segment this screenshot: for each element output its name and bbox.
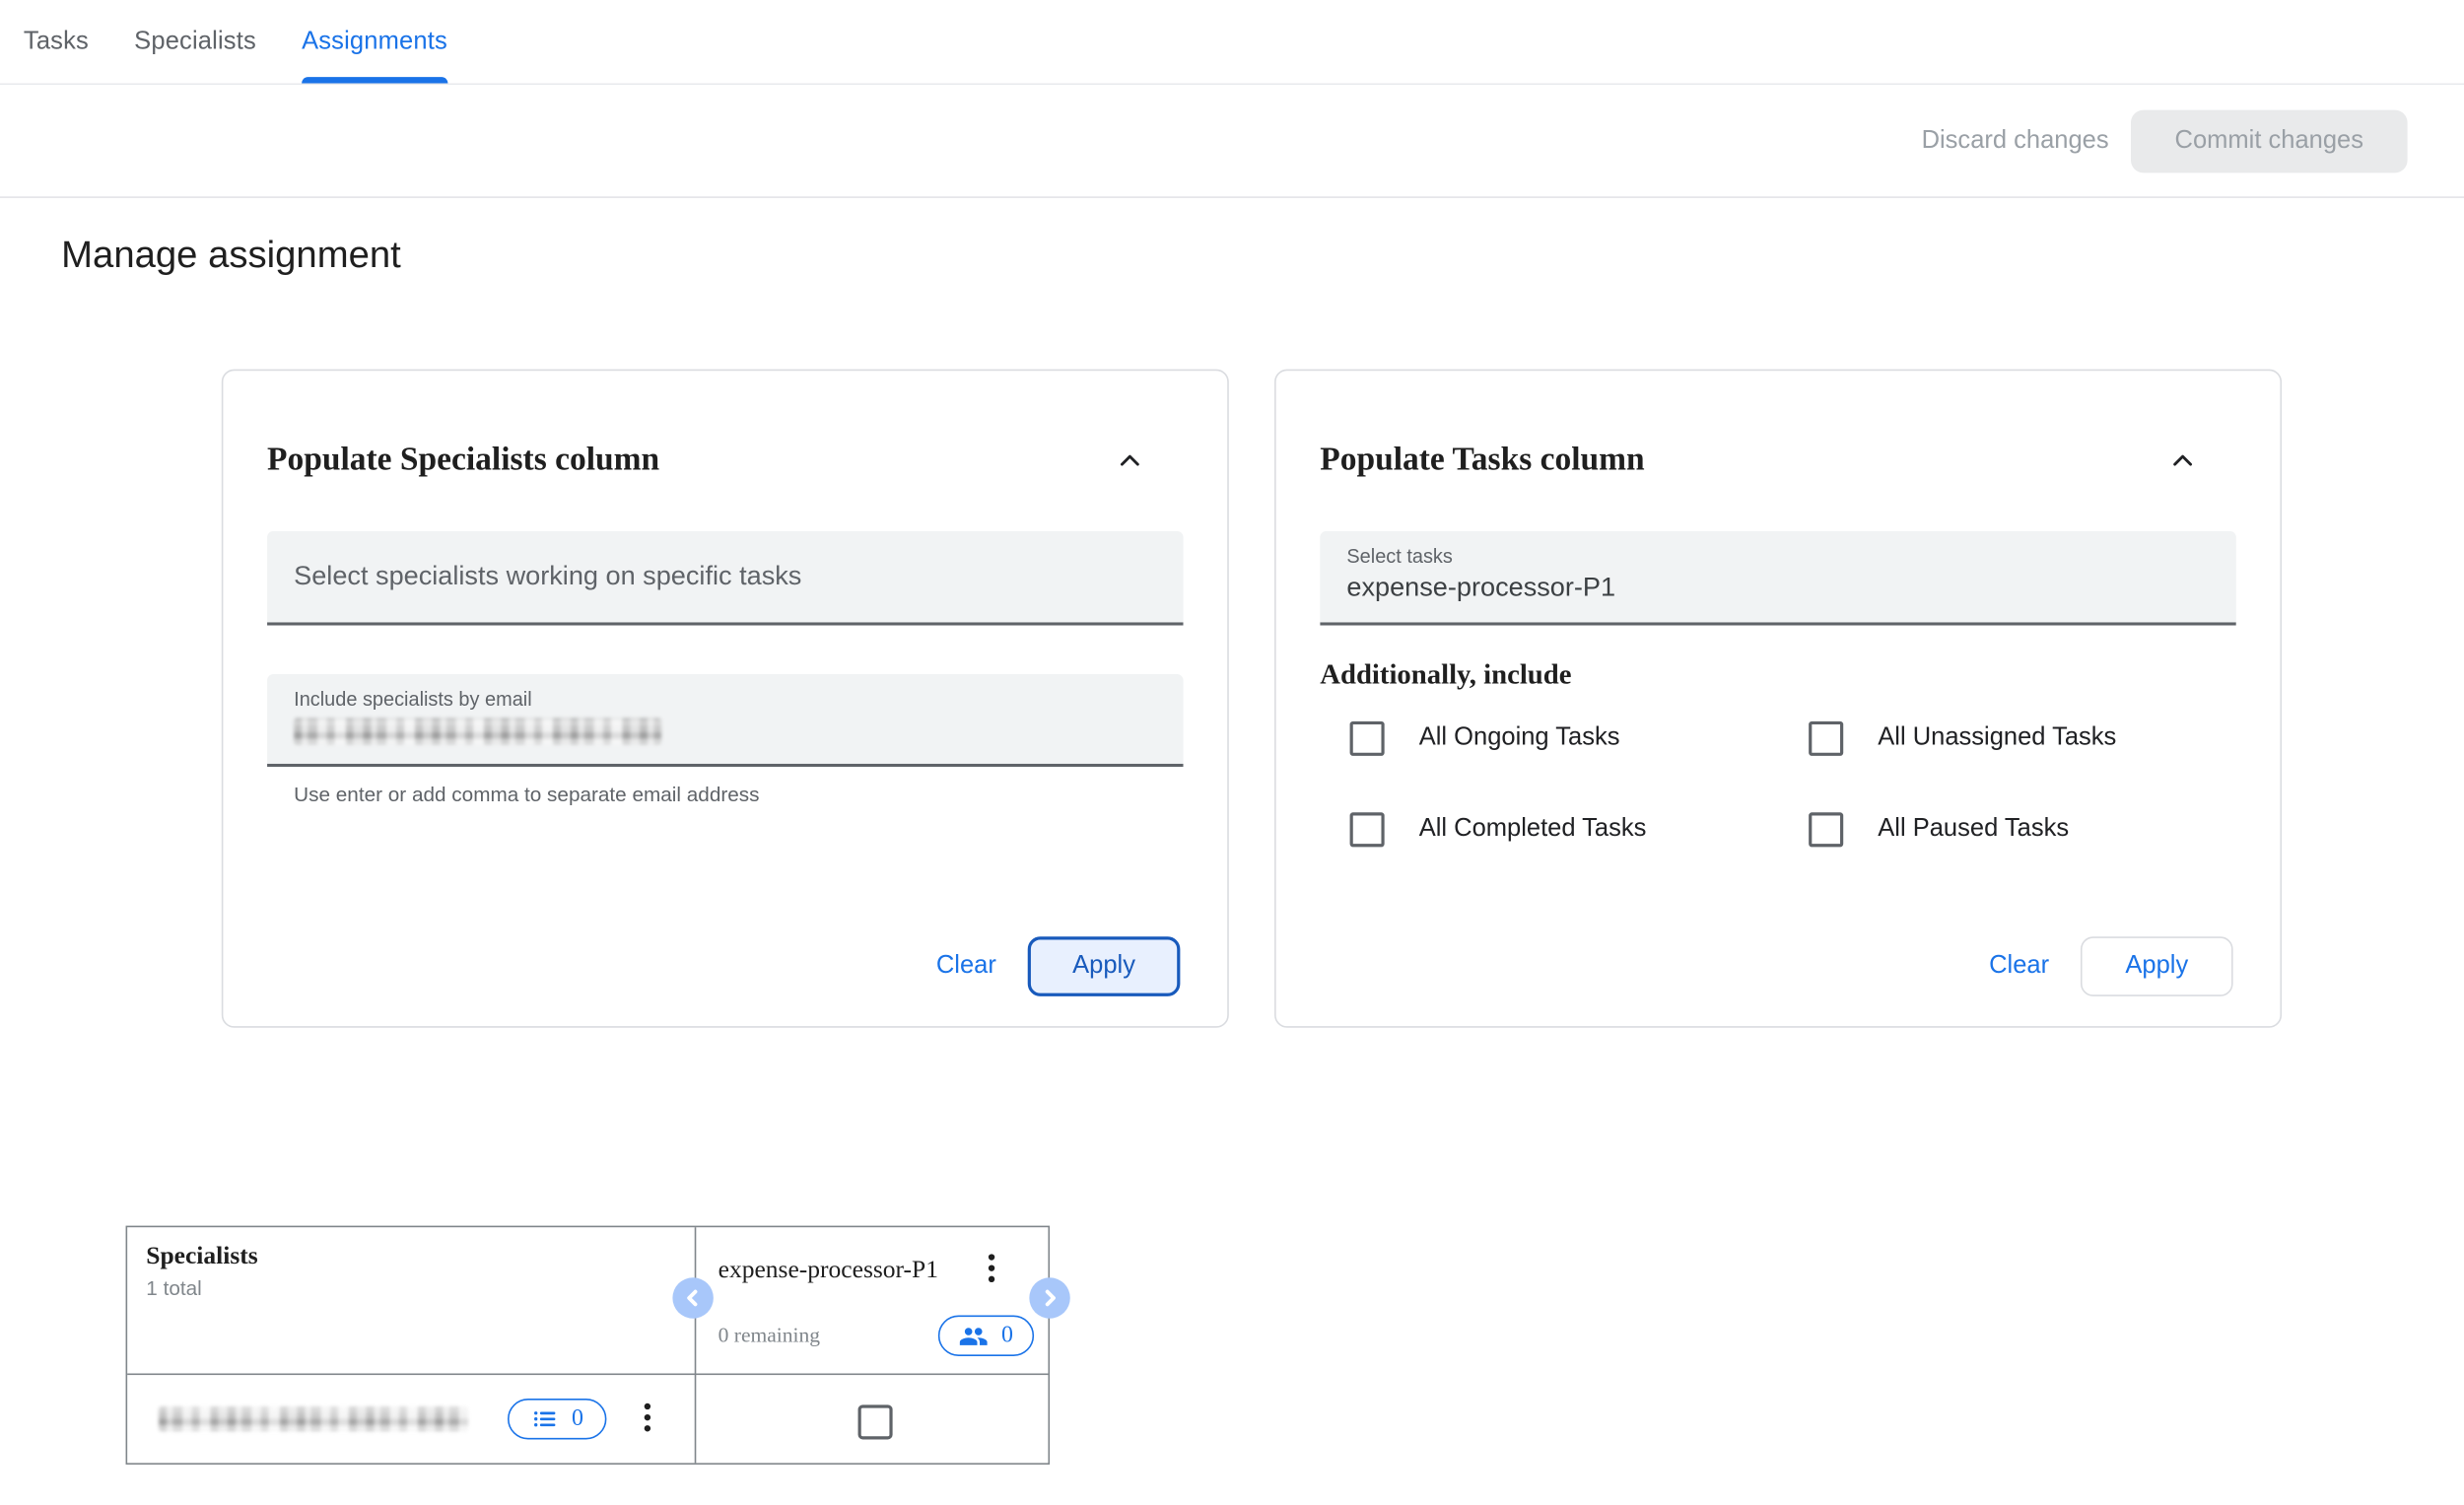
select-tasks-input[interactable]: Select tasks expense-processor-P1 [1320,530,2236,626]
tasks-card-actions: Clear Apply [1986,936,2233,996]
checkbox-label: All Ongoing Tasks [1418,724,1620,752]
tab-assignments-label: Assignments [302,27,447,55]
select-tasks-value: expense-processor-P1 [1346,572,1616,602]
select-tasks-label: Select tasks [1346,545,1453,568]
tab-tasks-label: Tasks [23,27,89,55]
select-specialists-input[interactable]: Select specialists working on specific t… [267,530,1184,626]
top-tab-bar: Tasks Specialists Assignments [0,0,2464,86]
specialists-clear-button[interactable]: Clear [933,943,999,991]
next-column-button[interactable] [1029,1277,1070,1319]
chevron-right-icon [1045,1289,1056,1307]
checkbox-all-unassigned-tasks[interactable]: All Unassigned Tasks [1809,720,2280,756]
more-vert-icon [644,1402,651,1410]
specialists-column-header: Specialists 1 total [146,1243,257,1299]
tasks-card-header: Populate Tasks column [1320,440,2201,479]
tasks-collapse-button[interactable] [2163,441,2201,478]
select-specialists-placeholder: Select specialists working on specific t… [294,561,802,591]
specialists-card-title: Populate Specialists column [267,440,660,478]
table-row-divider [127,1373,1049,1376]
additionally-include-label: Additionally, include [1320,658,1572,690]
assigned-specialists-badge[interactable]: 0 [937,1315,1035,1356]
task-column-menu-button[interactable] [986,1251,998,1285]
tab-assignments[interactable]: Assignments [302,0,447,84]
specialists-apply-button[interactable]: Apply [1027,936,1181,996]
task-column-name: expense-processor-P1 [718,1257,938,1284]
people-icon [960,1327,989,1345]
chevron-up-icon [2173,453,2193,465]
list-icon [533,1411,556,1427]
specialists-card-header: Populate Specialists column [267,440,1148,479]
chevron-left-icon [687,1289,698,1307]
specialists-total-count: 1 total [146,1275,202,1300]
assignment-cell-checkbox[interactable] [857,1404,893,1440]
checkbox-label: All Paused Tasks [1878,815,2070,843]
tab-specialists[interactable]: Specialists [134,0,256,84]
populate-specialists-card: Populate Specialists column Select speci… [221,369,1229,1028]
populate-tasks-card: Populate Tasks column Select tasks expen… [1274,369,2283,1028]
email-helper-text: Use enter or add comma to separate email… [294,783,760,806]
checkbox-label: All Unassigned Tasks [1878,724,2117,752]
active-tab-underline [302,77,447,84]
checkbox-icon [1349,812,1385,848]
page-title: Manage assignment [61,234,401,277]
commit-changes-button[interactable]: Commit changes [2130,109,2408,173]
specialists-collapse-button[interactable] [1111,441,1148,478]
checkbox-all-paused-tasks[interactable]: All Paused Tasks [1809,812,2280,848]
checkbox-label: All Completed Tasks [1418,815,1647,843]
tasks-card-title: Populate Tasks column [1320,440,1645,478]
tasks-clear-button[interactable]: Clear [1986,943,2052,991]
more-vert-icon [988,1254,995,1261]
assignment-table: Specialists 1 total expense-processor-P1… [125,1225,1051,1465]
checkbox-all-completed-tasks[interactable]: All Completed Tasks [1349,812,1810,848]
email-field-label: Include specialists by email [294,688,532,711]
discard-changes-button[interactable]: Discard changes [1906,114,2125,168]
specialists-card-actions: Clear Apply [933,936,1181,996]
redacted-specialist-email [159,1405,469,1432]
tab-specialists-label: Specialists [134,27,256,55]
action-bar: Discard changes Commit changes [0,87,2464,198]
specialists-header-title: Specialists [146,1243,258,1270]
tasks-apply-button[interactable]: Apply [2080,936,2233,996]
task-remaining-label: 0 remaining [718,1323,821,1347]
previous-column-button[interactable] [672,1277,714,1319]
table-column-divider [694,1227,697,1464]
additional-tasks-checkbox-grid: All Ongoing Tasks All Unassigned Tasks A… [1349,720,2281,848]
include-specialists-email-field[interactable]: Include specialists by email [267,673,1184,768]
chevron-up-icon [1120,453,1139,465]
assigned-count: 0 [1001,1322,1013,1348]
checkbox-icon [1809,812,1844,848]
specialist-row-menu-button[interactable] [642,1401,654,1435]
checkbox-all-ongoing-tasks[interactable]: All Ongoing Tasks [1349,720,1810,756]
checkbox-icon [1349,720,1385,756]
redacted-email-value [294,718,662,745]
specialist-tasks-badge[interactable]: 0 [507,1399,607,1440]
specialist-tasks-count: 0 [571,1405,583,1431]
manage-assignment-page: Tasks Specialists Assignments Discard ch… [0,0,2464,1505]
tab-tasks[interactable]: Tasks [24,0,89,84]
checkbox-icon [1809,720,1844,756]
